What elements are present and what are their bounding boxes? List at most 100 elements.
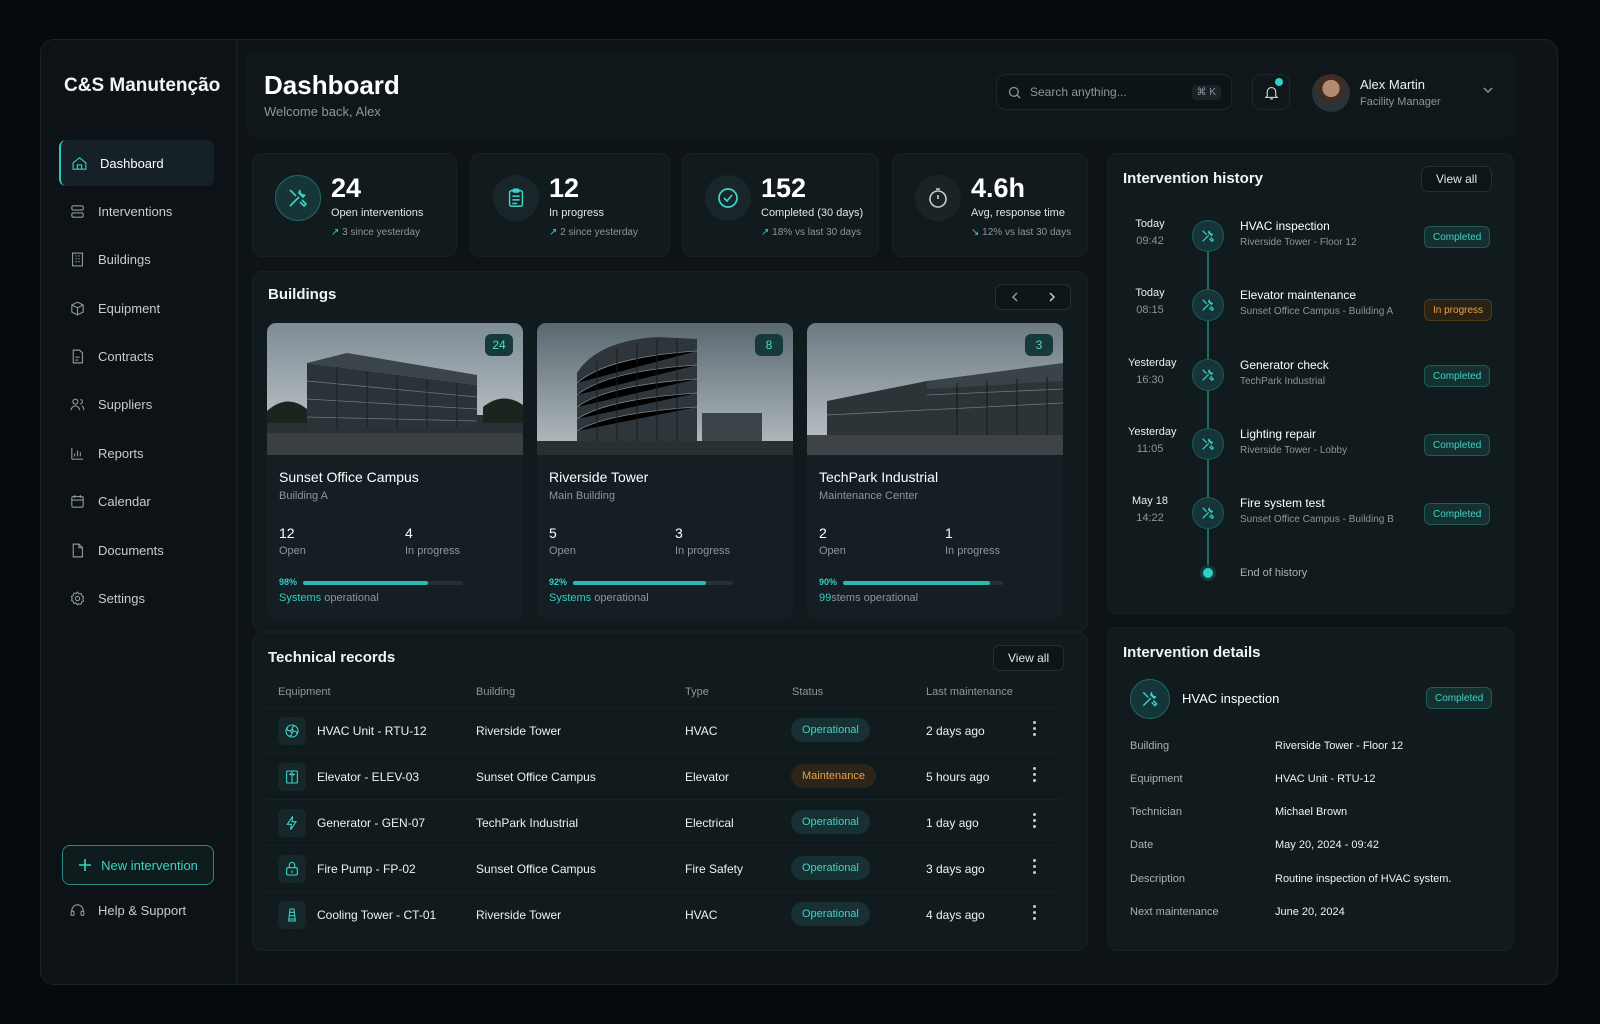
building-sub: Building A xyxy=(279,490,328,502)
table-row[interactable]: Fire Pump - FP-02 Sunset Office Campus F… xyxy=(265,845,1061,891)
status-badge: Completed xyxy=(1426,687,1493,709)
search-input[interactable]: Search anything... xyxy=(1030,85,1127,99)
building-card[interactable]: 24 Sunset Office Campus Building A 12 Op… xyxy=(267,323,523,619)
sidebar-item-interventions[interactable]: Interventions xyxy=(59,188,214,234)
app-window: C&S Manutenção Dashboard Interventions B… xyxy=(40,39,1558,985)
chart-icon xyxy=(71,447,84,460)
building-name: Sunset Office Campus xyxy=(476,862,596,876)
timeline-item[interactable]: Today 08:15 Elevator maintenance Sunset … xyxy=(1108,275,1498,337)
more-icon[interactable] xyxy=(1033,721,1037,739)
sidebar-item-label: Equipment xyxy=(98,300,161,316)
buildings-panel: Buildings 24 Sunset Office Campus Buildi… xyxy=(252,271,1088,632)
chevron-left-icon[interactable] xyxy=(1010,292,1020,302)
sidebar-item-calendar[interactable]: Calendar xyxy=(59,479,214,525)
timeline-title: Fire system test xyxy=(1240,496,1325,510)
search-box[interactable]: Search anything... ⌘ K xyxy=(996,74,1232,110)
sidebar-item-equipment[interactable]: Equipment xyxy=(59,285,214,331)
column-header: Last maintenance xyxy=(926,686,1013,698)
timeline-time: 14:22 xyxy=(1136,512,1164,524)
table-row[interactable]: Cooling Tower - CT-01 Riverside Tower HV… xyxy=(265,891,1061,937)
chevron-down-icon[interactable] xyxy=(1482,84,1494,96)
more-icon[interactable] xyxy=(1033,859,1037,877)
new-intervention-button[interactable]: New intervention xyxy=(62,845,214,885)
more-icon[interactable] xyxy=(1033,767,1037,785)
bolt-icon xyxy=(278,809,306,837)
cube-icon xyxy=(71,301,84,316)
progress-label: In progress xyxy=(945,545,1001,557)
timeline-time: 09:42 xyxy=(1136,235,1164,247)
last-maintenance: 2 days ago xyxy=(926,724,985,738)
table-row[interactable]: Elevator - ELEV-03 Sunset Office Campus … xyxy=(265,753,1061,799)
help-support-link[interactable]: Help & Support xyxy=(69,902,186,919)
more-icon[interactable] xyxy=(1033,905,1037,923)
sidebar: C&S Manutenção Dashboard Interventions B… xyxy=(41,40,237,984)
stat-in-progress: 12 In progress ↗ 2 since yesterday xyxy=(470,153,670,257)
timeline-location: Sunset Office Campus - Building B xyxy=(1240,514,1394,525)
records-view-all-button[interactable]: View all xyxy=(993,645,1065,671)
clipboard-icon xyxy=(493,175,539,221)
sidebar-item-reports[interactable]: Reports xyxy=(59,430,214,476)
timeline-item[interactable]: Today 09:42 HVAC inspection Riverside To… xyxy=(1108,206,1498,268)
user-role: Facility Manager xyxy=(1360,96,1441,108)
timeline-location: TechPark Industrial xyxy=(1240,376,1326,387)
tools-icon xyxy=(1192,497,1224,529)
sidebar-item-buildings[interactable]: Buildings xyxy=(59,237,214,283)
sidebar-item-contracts[interactable]: Contracts xyxy=(59,334,214,380)
fan-icon xyxy=(278,717,306,745)
plus-icon xyxy=(79,859,92,871)
check-circle-icon xyxy=(705,175,751,221)
sidebar-item-label: Settings xyxy=(98,591,145,607)
stat-label: Completed (30 days) xyxy=(761,207,864,219)
sidebar-item-settings[interactable]: Settings xyxy=(59,576,214,622)
sidebar-item-suppliers[interactable]: Suppliers xyxy=(59,382,214,428)
users-icon xyxy=(70,399,85,411)
building-name: Sunset Office Campus xyxy=(476,770,596,784)
page-title: Dashboard xyxy=(264,70,400,100)
timeline-time: 08:15 xyxy=(1136,304,1164,316)
timeline-item[interactable]: Yesterday 11:05 Lighting repair Riversid… xyxy=(1108,414,1498,476)
detail-label: Next maintenance xyxy=(1130,906,1219,918)
file-icon xyxy=(72,349,84,364)
status-badge: Completed xyxy=(1424,226,1491,248)
avatar[interactable] xyxy=(1312,74,1350,112)
welcome-text: Welcome back, Alex xyxy=(264,104,381,119)
equipment-type: Elevator xyxy=(685,770,730,784)
building-card[interactable]: 3 TechPark Industrial Maintenance Center… xyxy=(807,323,1063,619)
status-badge: Completed xyxy=(1424,365,1491,387)
calendar-icon xyxy=(71,495,84,508)
progress-count: 4 xyxy=(405,525,413,541)
status-badge: Operational xyxy=(791,856,870,880)
operational-footer: Systems operational xyxy=(549,592,649,604)
table-row[interactable]: HVAC Unit - RTU-12 Riverside Tower HVAC … xyxy=(265,707,1061,753)
history-title: Intervention history xyxy=(1123,170,1264,187)
wrench-icon xyxy=(71,205,84,218)
building-badge: 8 xyxy=(755,334,783,356)
buildings-pager[interactable] xyxy=(995,284,1071,310)
records-title: Technical records xyxy=(268,649,396,666)
equipment-name: Generator - GEN-07 xyxy=(317,816,426,830)
details-name: HVAC inspection xyxy=(1182,691,1280,706)
detail-value: Michael Brown xyxy=(1275,806,1348,818)
timeline-item[interactable]: Yesterday 16:30 Generator check TechPark… xyxy=(1108,345,1498,407)
building-badge: 3 xyxy=(1025,334,1053,356)
notifications-button[interactable] xyxy=(1252,74,1290,110)
more-icon[interactable] xyxy=(1033,813,1037,831)
detail-value: HVAC Unit - RTU-12 xyxy=(1275,773,1376,785)
history-view-all-button[interactable]: View all xyxy=(1421,166,1493,192)
sidebar-item-documents[interactable]: Documents xyxy=(59,527,214,573)
timeline-day: Yesterday xyxy=(1128,357,1177,369)
operational-percent: 92% xyxy=(549,577,568,587)
building-badge: 24 xyxy=(485,334,513,356)
chevron-right-icon[interactable] xyxy=(1047,292,1057,302)
column-header: Type xyxy=(685,686,709,698)
timeline-item[interactable]: May 18 14:22 Fire system test Sunset Off… xyxy=(1108,483,1498,545)
building-card[interactable]: 8 Riverside Tower Main Building 5 Open 3… xyxy=(537,323,793,619)
buildings-title: Buildings xyxy=(268,286,337,303)
table-row[interactable]: Generator - GEN-07 TechPark Industrial E… xyxy=(265,799,1061,845)
stat-open-interventions: 24 Open interventions ↗ 3 since yesterda… xyxy=(252,153,457,257)
timeline-day: Today xyxy=(1135,218,1165,230)
detail-label: Equipment xyxy=(1130,773,1183,785)
sidebar-item-dashboard[interactable]: Dashboard xyxy=(59,140,214,186)
timeline-location: Riverside Tower - Floor 12 xyxy=(1240,237,1357,248)
headset-icon xyxy=(70,904,85,917)
